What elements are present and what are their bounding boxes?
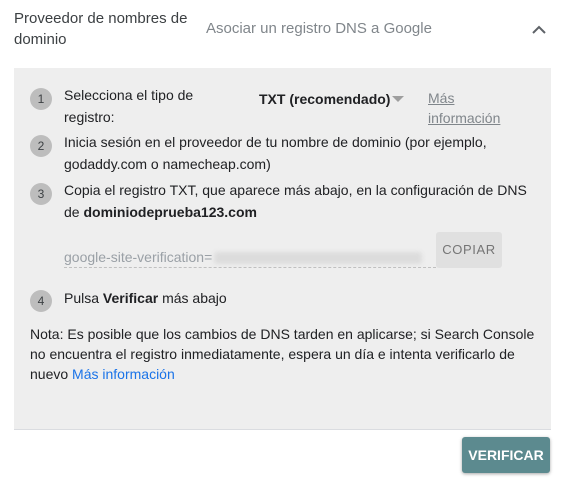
more-info-link[interactable]: Más información [428, 88, 518, 128]
dns-note: Nota: Es posible que los cambios de DNS … [30, 324, 542, 384]
step-number: 3 [30, 183, 52, 205]
record-type-select[interactable]: TXT (recomendado) [259, 88, 390, 110]
step-text: Copia el registro TXT, que aparece más a… [64, 179, 534, 223]
dropdown-arrow-icon[interactable] [392, 96, 404, 102]
domain-name: dominiodeprueba123.com [83, 204, 257, 220]
section-header[interactable]: Proveedor de nombres de dominio Asociar … [0, 0, 565, 62]
chevron-up-icon[interactable] [528, 18, 550, 40]
step-text-after: más abajo [162, 290, 227, 306]
step-number: 2 [30, 135, 52, 157]
txt-record-field[interactable]: google-site-verification= [64, 246, 436, 268]
note-more-info-link[interactable]: Más información [72, 366, 175, 382]
step-text: Selecciona el tipo de registro: [64, 87, 194, 125]
txt-record-value-redacted [214, 252, 423, 265]
step-text: Pulsa Verificar más abajo [64, 287, 464, 309]
header-title: Proveedor de nombres de dominio [14, 10, 188, 48]
step-number: 4 [30, 290, 52, 312]
step-text-before: Pulsa [64, 290, 100, 306]
verify-button[interactable]: VERIFICAR [462, 437, 550, 473]
step-text-bold: Verificar [102, 290, 159, 306]
header-subtitle: Asociar un registro DNS a Google [206, 20, 432, 37]
copy-button[interactable]: COPIAR [436, 232, 502, 268]
txt-record-prefix: google-site-verification= [64, 249, 213, 265]
step-text: Inicia sesión en el proveedor de tu nomb… [64, 134, 487, 172]
instructions-panel: 1 Selecciona el tipo de registro: TXT (r… [14, 68, 551, 430]
step-number: 1 [30, 88, 52, 110]
